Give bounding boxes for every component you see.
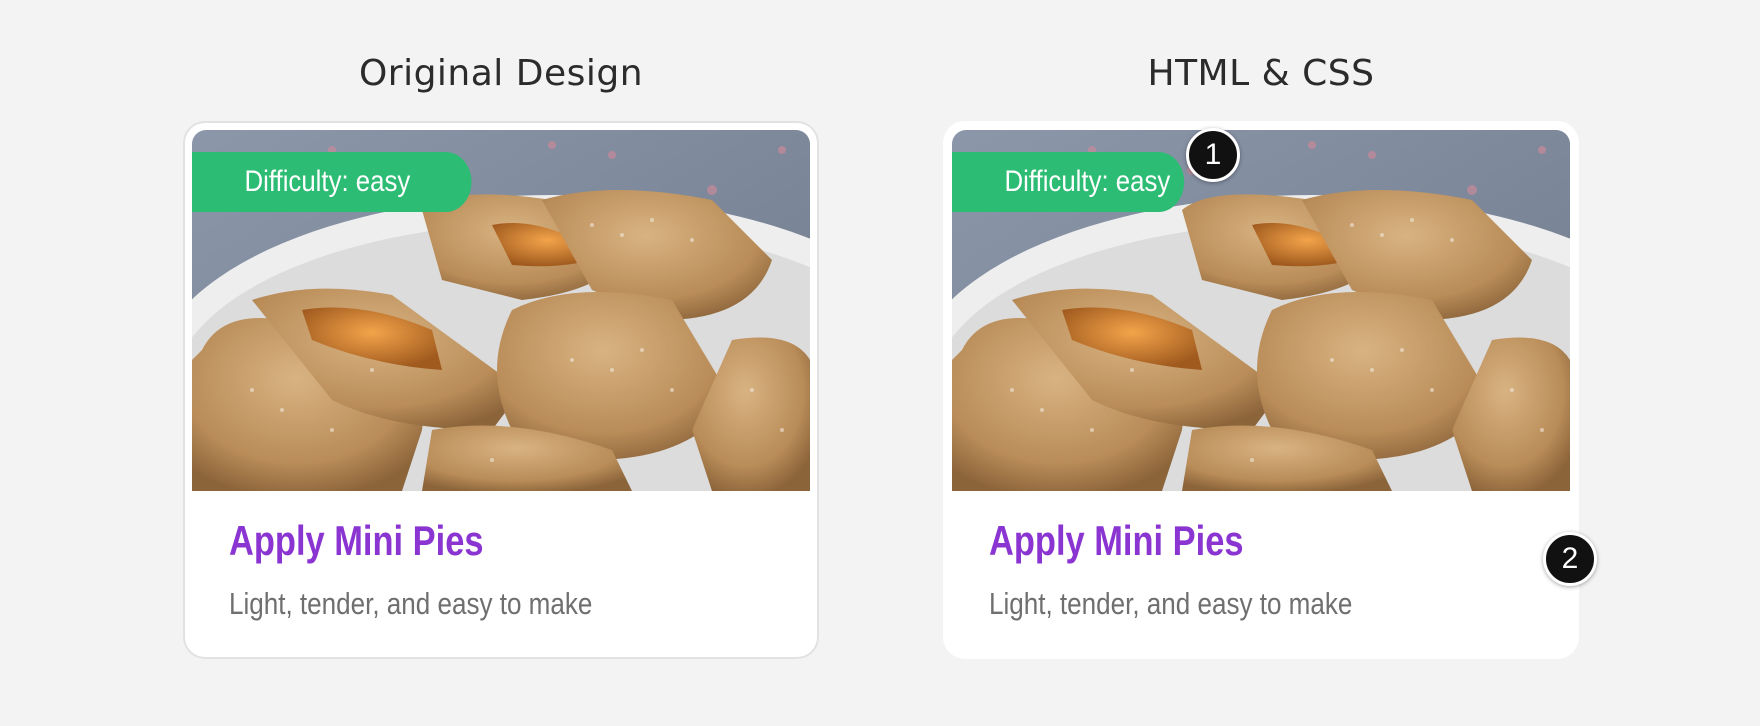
card-title[interactable]: Apply Mini Pies bbox=[229, 517, 484, 565]
recipe-card[interactable]: Difficulty: easy Apply Mini Pies Light, … bbox=[183, 121, 819, 659]
original-design-panel: Original Design Difficulty: easy Apply M… bbox=[183, 0, 819, 726]
panel-heading: HTML & CSS bbox=[1147, 53, 1375, 94]
card-subtitle: Light, tender, and easy to make bbox=[229, 586, 593, 621]
recipe-card[interactable]: Difficulty: easy Apply Mini Pies Light, … bbox=[943, 121, 1579, 659]
callout-marker-2: 2 bbox=[1543, 532, 1597, 586]
card-subtitle: Light, tender, and easy to make bbox=[989, 586, 1353, 621]
callout-marker-1: 1 bbox=[1186, 128, 1240, 182]
panel-heading: Original Design bbox=[358, 53, 644, 94]
card-title[interactable]: Apply Mini Pies bbox=[989, 517, 1244, 565]
html-css-panel: HTML & CSS Difficulty: easy Apply Mini P… bbox=[943, 0, 1579, 726]
difficulty-badge: Difficulty: easy bbox=[952, 152, 1185, 212]
difficulty-badge: Difficulty: easy bbox=[192, 152, 472, 212]
